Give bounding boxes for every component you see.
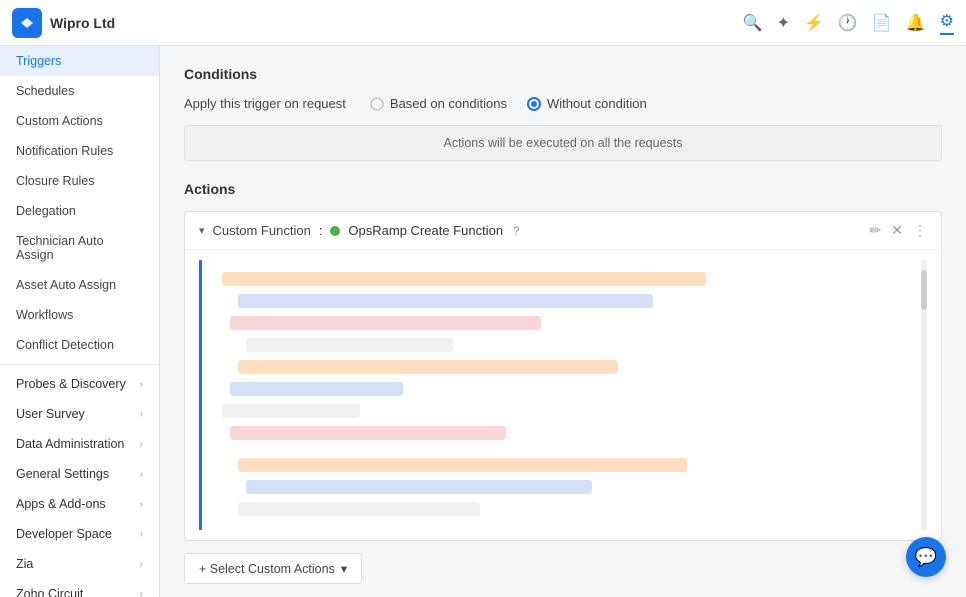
sidebar-item-closure-rules[interactable]: Closure Rules xyxy=(0,166,159,196)
chevron-right-icon: › xyxy=(140,529,143,540)
document-icon[interactable]: 📄 xyxy=(872,13,892,33)
chevron-right-icon: › xyxy=(140,379,143,390)
star-icon[interactable]: ✦ xyxy=(777,13,790,33)
chat-bubble-button[interactable]: 💬 xyxy=(906,537,946,577)
edit-icon[interactable]: ✏ xyxy=(870,222,882,239)
radio-based-on-conditions[interactable]: Based on conditions xyxy=(370,96,507,111)
settings-icon[interactable]: ⚙ xyxy=(940,11,954,35)
code-line xyxy=(222,404,360,418)
code-line xyxy=(238,294,653,308)
sidebar: Triggers Schedules Custom Actions Notifi… xyxy=(0,46,160,597)
function-name: OpsRamp Create Function xyxy=(348,223,503,238)
sidebar-item-user-survey[interactable]: User Survey › xyxy=(0,399,159,429)
sidebar-item-technician-auto-assign[interactable]: Technician Auto Assign xyxy=(0,226,159,270)
sidebar-item-zia[interactable]: Zia › xyxy=(0,549,159,579)
action-type-label: Custom Function xyxy=(213,223,311,238)
conditions-title: Conditions xyxy=(184,66,942,82)
topbar: Wipro Ltd 🔍 ✦ ⚡ 🕐 📄 🔔 ⚙ xyxy=(0,0,966,46)
topbar-icons: 🔍 ✦ ⚡ 🕐 📄 🔔 ⚙ xyxy=(743,11,954,35)
close-icon[interactable]: ✕ xyxy=(891,222,903,239)
code-line xyxy=(222,272,706,286)
chevron-right-icon: › xyxy=(140,499,143,510)
sidebar-item-apps-addons[interactable]: Apps & Add-ons › xyxy=(0,489,159,519)
chevron-down-icon: ▾ xyxy=(341,561,347,576)
footer-actions: Save Cancel xyxy=(184,584,942,597)
code-line xyxy=(246,338,453,352)
scrollbar[interactable] xyxy=(921,260,927,530)
chevron-right-icon: › xyxy=(140,409,143,420)
main-content: Conditions Apply this trigger on request… xyxy=(160,46,966,597)
status-dot-icon xyxy=(330,226,340,236)
chevron-right-icon: › xyxy=(140,439,143,450)
radio-dot-without xyxy=(527,97,541,111)
chevron-right-icon: › xyxy=(140,589,143,597)
chevron-right-icon: › xyxy=(140,469,143,480)
radio-group: Based on conditions Without condition xyxy=(370,96,647,111)
info-bar: Actions will be executed on all the requ… xyxy=(184,125,942,161)
code-line xyxy=(246,480,592,494)
bell-icon[interactable]: 🔔 xyxy=(906,13,926,33)
more-icon[interactable]: ⋮ xyxy=(913,222,927,239)
app-title: Wipro Ltd xyxy=(50,15,115,31)
code-line xyxy=(238,502,480,516)
clock-icon[interactable]: 🕐 xyxy=(838,13,858,33)
sidebar-item-notification-rules[interactable]: Notification Rules xyxy=(0,136,159,166)
sidebar-item-asset-auto-assign[interactable]: Asset Auto Assign xyxy=(0,270,159,300)
select-custom-actions-button[interactable]: + Select Custom Actions ▾ xyxy=(184,553,362,584)
code-editor xyxy=(199,260,927,530)
sidebar-item-general-settings[interactable]: General Settings › xyxy=(0,459,159,489)
code-line xyxy=(230,316,541,330)
chevron-right-icon: › xyxy=(140,559,143,570)
radio-dot-conditions xyxy=(370,97,384,111)
action-tools: ✏ ✕ ⋮ xyxy=(870,222,927,239)
conditions-row: Apply this trigger on request Based on c… xyxy=(184,96,942,111)
sidebar-item-probes-discovery[interactable]: Probes & Discovery › xyxy=(0,369,159,399)
sidebar-item-data-administration[interactable]: Data Administration › xyxy=(0,429,159,459)
actions-title: Actions xyxy=(184,181,942,197)
sidebar-item-developer-space[interactable]: Developer Space › xyxy=(0,519,159,549)
code-line xyxy=(238,360,618,374)
sidebar-item-triggers[interactable]: Triggers xyxy=(0,46,159,76)
collapse-chevron-icon[interactable]: ▾ xyxy=(199,224,205,237)
sidebar-item-schedules[interactable]: Schedules xyxy=(0,76,159,106)
sidebar-item-zoho-circuit[interactable]: Zoho Circuit › xyxy=(0,579,159,597)
action-header: ▾ Custom Function : OpsRamp Create Funct… xyxy=(185,212,941,250)
sidebar-item-conflict-detection[interactable]: Conflict Detection xyxy=(0,330,159,360)
code-line xyxy=(230,426,506,440)
search-icon[interactable]: 🔍 xyxy=(743,13,763,33)
code-line xyxy=(230,382,403,396)
app-logo xyxy=(12,8,42,38)
help-icon[interactable]: ? xyxy=(513,224,520,238)
apply-trigger-label: Apply this trigger on request xyxy=(184,96,346,111)
actions-box: ▾ Custom Function : OpsRamp Create Funct… xyxy=(184,211,942,541)
sidebar-item-custom-actions[interactable]: Custom Actions xyxy=(0,106,159,136)
bolt-icon[interactable]: ⚡ xyxy=(804,13,824,33)
code-line xyxy=(238,458,687,472)
sidebar-item-delegation[interactable]: Delegation xyxy=(0,196,159,226)
chat-icon: 💬 xyxy=(915,547,937,568)
radio-without-condition[interactable]: Without condition xyxy=(527,96,647,111)
sidebar-item-workflows[interactable]: Workflows xyxy=(0,300,159,330)
